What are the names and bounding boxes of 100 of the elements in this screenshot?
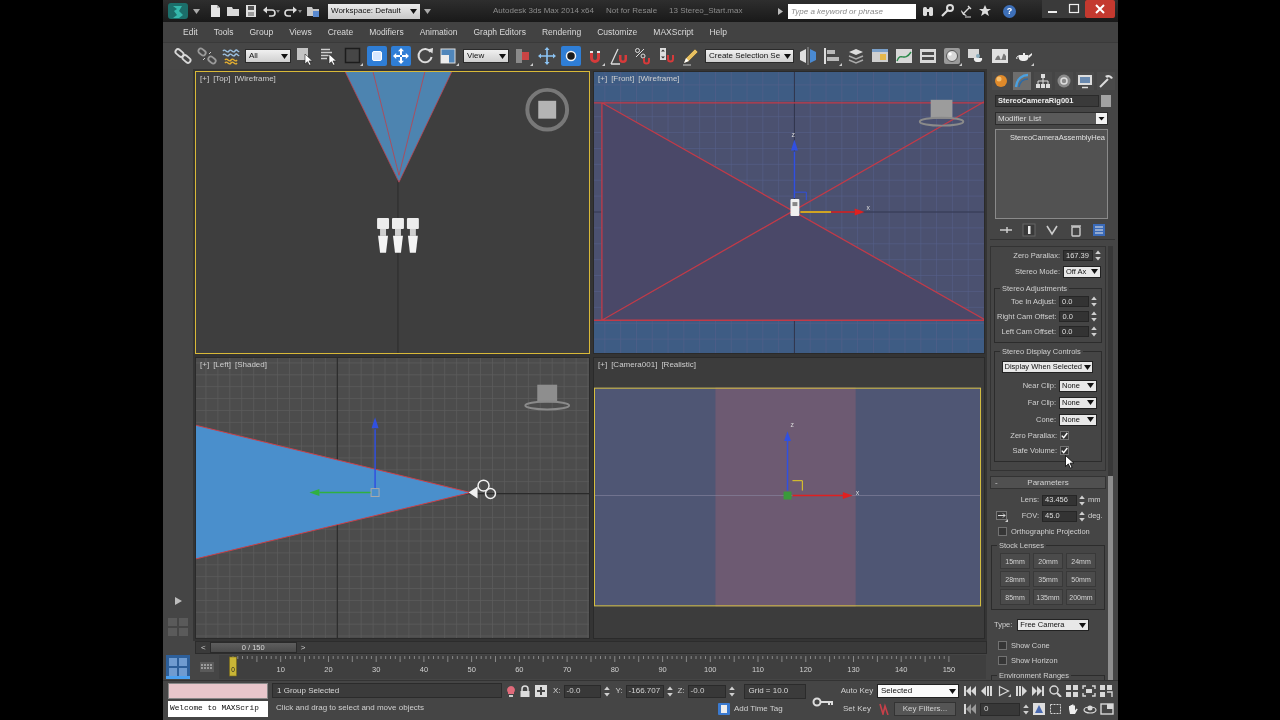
coordinate-field[interactable]: -166.707	[625, 684, 664, 698]
hammer-icon[interactable]	[1097, 72, 1115, 90]
key-filters-button[interactable]: Key Filters...	[894, 702, 956, 716]
maximize-icon[interactable]	[1063, 0, 1085, 18]
menu-item[interactable]: Views	[289, 27, 312, 37]
menu-item[interactable]: Rendering	[541, 27, 582, 37]
menu-item[interactable]: Graph Editors	[473, 27, 526, 37]
auto-key-button[interactable]: Auto Key	[840, 683, 874, 699]
page-tile-icon[interactable]	[717, 703, 731, 715]
spinner-arrows-icon[interactable]	[1091, 311, 1097, 322]
spinner-arrows-icon[interactable]	[604, 685, 611, 697]
picture-icon[interactable]	[990, 46, 1011, 66]
viewport-label[interactable]: [Wireframe]	[638, 75, 680, 83]
window-corner-icon[interactable]	[1100, 703, 1114, 715]
viewport-label[interactable]: [Front]	[611, 75, 635, 83]
checkbox[interactable]	[998, 656, 1007, 665]
bar-in-box-icon[interactable]	[1022, 223, 1037, 237]
move-gizmo[interactable]	[309, 417, 380, 497]
key-icon[interactable]	[812, 696, 834, 707]
viewport-label[interactable]: [Left]	[213, 361, 231, 369]
spinner-arrows-icon[interactable]	[728, 685, 735, 697]
list-icon[interactable]	[1092, 223, 1107, 237]
key-mode-dropdown[interactable]: Selected	[877, 684, 959, 698]
menu-item[interactable]: Help	[709, 27, 727, 37]
toolbar-dropdown[interactable]: View	[463, 49, 509, 63]
ring-icon[interactable]	[1055, 72, 1073, 90]
app-logo-icon[interactable]	[167, 2, 189, 20]
box-cursor-icon[interactable]	[295, 46, 315, 66]
viewport-label[interactable]: [Realistic]	[661, 361, 697, 369]
folder-icon[interactable]	[306, 4, 320, 18]
nested-squares-icon[interactable]	[439, 46, 459, 66]
play-icon[interactable]	[997, 685, 1011, 697]
view-cube-icon[interactable]	[525, 87, 570, 132]
rollout-header[interactable]: - Parameters	[990, 476, 1106, 489]
toolbar-dropdown[interactable]: Create Selection Se	[705, 49, 795, 63]
document-icon[interactable]	[208, 4, 222, 18]
rotate-icon[interactable]	[415, 46, 435, 66]
go-to-start-icon[interactable]	[963, 685, 977, 697]
scrollbar[interactable]	[1108, 246, 1113, 680]
menu-item[interactable]: MAXScript	[653, 27, 694, 37]
next-frame-button[interactable]: >	[298, 643, 308, 652]
spinner-arrows-icon[interactable]	[1095, 250, 1101, 261]
minimize-icon[interactable]	[1042, 0, 1063, 18]
angle-magnet-icon[interactable]	[609, 46, 629, 66]
add-time-tag-link[interactable]: Add Time Tag	[734, 705, 783, 713]
view-cube-icon[interactable]	[524, 384, 571, 411]
next-frame-icon[interactable]	[1014, 685, 1028, 697]
close-icon[interactable]	[1085, 0, 1115, 18]
hierarchy-icon[interactable]	[1034, 72, 1052, 90]
wave-icon[interactable]	[221, 46, 241, 66]
corner-brackets-icon[interactable]	[1082, 685, 1096, 697]
go-to-end-icon[interactable]	[1031, 685, 1045, 697]
previous-frame-icon[interactable]	[980, 685, 994, 697]
search-field[interactable]: Type a keyword or phrase	[788, 3, 916, 19]
coordinate-field[interactable]: -0.0	[687, 684, 726, 698]
list-cursor-icon[interactable]	[319, 46, 339, 66]
mirror-icon[interactable]	[798, 46, 819, 66]
satellite-dish-icon[interactable]	[959, 4, 973, 18]
pan-hand-icon[interactable]	[1066, 703, 1080, 715]
view-cube-icon[interactable]	[918, 99, 965, 127]
stereo-camera-rig[interactable]	[377, 217, 419, 253]
arrow-box-icon[interactable]	[996, 510, 1008, 522]
modifier-list-dropdown[interactable]: Modifier List	[995, 112, 1108, 125]
menu-item[interactable]: Customize	[597, 27, 638, 37]
move-gizmo[interactable]	[790, 139, 865, 216]
magnifier-icon[interactable]	[940, 4, 954, 18]
viewport-label[interactable]: [Shaded]	[234, 361, 267, 369]
menu-item[interactable]: Modifiers	[369, 27, 404, 37]
caret-icon[interactable]	[424, 8, 431, 14]
align-icon[interactable]	[822, 46, 843, 66]
previous-frame-button[interactable]: <	[199, 643, 208, 652]
current-frame-field[interactable]: 0	[980, 702, 1020, 716]
help-button[interactable]: ?	[1003, 4, 1016, 18]
trash-icon[interactable]	[1068, 223, 1083, 237]
color-swatch-icon[interactable]	[1101, 95, 1111, 107]
binoculars-icon[interactable]	[921, 4, 935, 18]
viewport-label[interactable]: [+]	[598, 75, 608, 83]
magnifier-icon[interactable]	[1048, 685, 1062, 697]
viewport-label[interactable]: [Camera001]	[611, 361, 658, 369]
dot-grid-icon[interactable]	[199, 661, 215, 673]
move-arrows-icon[interactable]	[391, 46, 411, 66]
chain-link-icon[interactable]	[173, 46, 193, 66]
checkbox[interactable]	[1060, 446, 1069, 455]
toolbar-dropdown[interactable]: All	[245, 49, 291, 63]
workspace-dropdown[interactable]: Workspace: Default	[328, 3, 420, 19]
monitor-icon[interactable]	[1076, 72, 1094, 90]
percent-magnet-icon[interactable]	[633, 46, 653, 66]
schematic-icon[interactable]	[918, 46, 939, 66]
set-key-button[interactable]: Set Key	[840, 701, 874, 717]
play-triangle-icon[interactable]	[174, 597, 182, 605]
broken-chain-icon[interactable]	[197, 46, 217, 66]
menu-item[interactable]: Group	[249, 27, 274, 37]
curve-editor-icon[interactable]	[894, 46, 915, 66]
spinner-arrows-icon[interactable]	[1079, 494, 1085, 506]
viewport-label[interactable]: [+]	[200, 361, 210, 369]
viewport-label[interactable]: [Wireframe]	[234, 75, 276, 83]
dashed-square-icon[interactable]	[1049, 703, 1063, 715]
sphere-icon[interactable]	[992, 72, 1010, 90]
checkbox[interactable]	[998, 527, 1007, 536]
orbit-icon[interactable]	[1083, 703, 1097, 715]
